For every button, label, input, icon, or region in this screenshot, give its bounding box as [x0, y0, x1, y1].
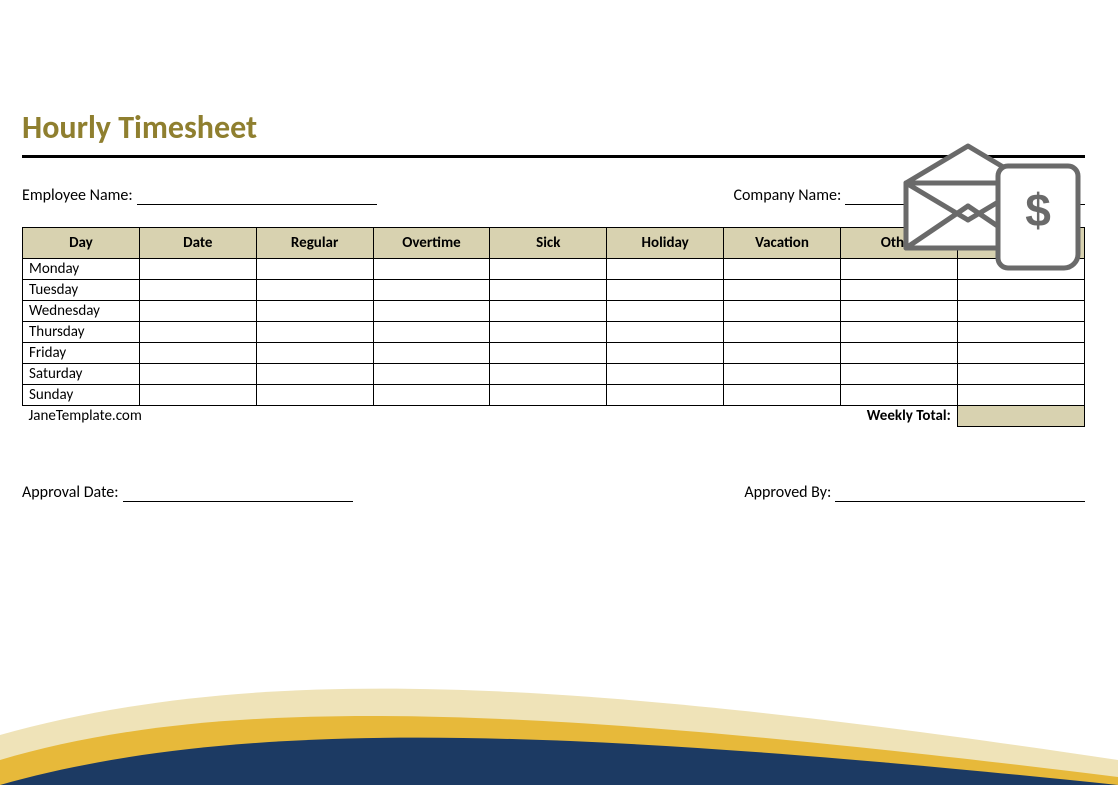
- timesheet-cell[interactable]: [840, 301, 957, 322]
- timesheet-cell[interactable]: [373, 385, 490, 406]
- timesheet-cell[interactable]: [724, 385, 841, 406]
- timesheet-cell[interactable]: [139, 280, 256, 301]
- timesheet-cell[interactable]: [490, 385, 607, 406]
- timesheet-cell[interactable]: [490, 343, 607, 364]
- col-overtime: Overtime: [373, 228, 490, 259]
- day-name-cell: Thursday: [23, 322, 140, 343]
- timesheet-cell[interactable]: [607, 259, 724, 280]
- timesheet-cell[interactable]: [724, 364, 841, 385]
- timesheet-cell[interactable]: [256, 301, 373, 322]
- timesheet-cell[interactable]: [840, 322, 957, 343]
- approval-date-label: Approval Date:: [22, 483, 119, 502]
- table-row: Friday: [23, 343, 1085, 364]
- timesheet-cell[interactable]: [490, 301, 607, 322]
- weekly-total-value[interactable]: [957, 406, 1085, 427]
- timesheet-cell[interactable]: [607, 322, 724, 343]
- approved-by-value[interactable]: [835, 484, 1085, 502]
- timesheet-cell[interactable]: [957, 385, 1085, 406]
- day-name-cell: Saturday: [23, 364, 140, 385]
- timesheet-cell[interactable]: [490, 322, 607, 343]
- day-name-cell: Friday: [23, 343, 140, 364]
- timesheet-cell[interactable]: [256, 280, 373, 301]
- timesheet-cell[interactable]: [139, 301, 256, 322]
- timesheet-cell[interactable]: [490, 280, 607, 301]
- timesheet-cell[interactable]: [490, 259, 607, 280]
- timesheet-cell[interactable]: [724, 322, 841, 343]
- timesheet-cell[interactable]: [139, 259, 256, 280]
- approved-by-label: Approved By:: [744, 483, 831, 502]
- timesheet-cell[interactable]: [490, 364, 607, 385]
- employee-name-value[interactable]: [137, 187, 377, 205]
- timesheet-cell[interactable]: [957, 364, 1085, 385]
- day-name-cell: Sunday: [23, 385, 140, 406]
- timesheet-cell[interactable]: [373, 301, 490, 322]
- day-name-cell: Wednesday: [23, 301, 140, 322]
- timesheet-cell[interactable]: [256, 364, 373, 385]
- approved-by-field[interactable]: Approved By:: [744, 483, 1085, 502]
- table-row: Saturday: [23, 364, 1085, 385]
- timesheet-cell[interactable]: [607, 364, 724, 385]
- timesheet-cell[interactable]: [139, 385, 256, 406]
- timesheet-cell[interactable]: [373, 343, 490, 364]
- timesheet-cell[interactable]: [256, 322, 373, 343]
- site-credit: JaneTemplate.com: [23, 406, 724, 427]
- col-date: Date: [139, 228, 256, 259]
- timesheet-cell[interactable]: [139, 343, 256, 364]
- weekly-total-label: Weekly Total:: [724, 406, 958, 427]
- timesheet-cell[interactable]: [957, 301, 1085, 322]
- timesheet-cell[interactable]: [957, 322, 1085, 343]
- timesheet-cell[interactable]: [724, 301, 841, 322]
- timesheet-cell[interactable]: [139, 364, 256, 385]
- timesheet-cell[interactable]: [724, 343, 841, 364]
- timesheet-cell[interactable]: [373, 280, 490, 301]
- timesheet-cell[interactable]: [724, 259, 841, 280]
- timesheet-cell[interactable]: [256, 343, 373, 364]
- employee-name-field[interactable]: Employee Name:: [22, 186, 377, 205]
- weekly-total-row: JaneTemplate.com Weekly Total:: [23, 406, 1085, 427]
- col-regular: Regular: [256, 228, 373, 259]
- timesheet-cell[interactable]: [256, 385, 373, 406]
- col-day: Day: [23, 228, 140, 259]
- timesheet-cell[interactable]: [256, 259, 373, 280]
- timesheet-cell[interactable]: [724, 280, 841, 301]
- day-name-cell: Tuesday: [23, 280, 140, 301]
- company-name-label: Company Name:: [733, 186, 841, 205]
- payroll-envelope-icon: $: [898, 138, 1088, 283]
- day-name-cell: Monday: [23, 259, 140, 280]
- timesheet-cell[interactable]: [139, 322, 256, 343]
- timesheet-cell[interactable]: [373, 364, 490, 385]
- timesheet-cell[interactable]: [840, 343, 957, 364]
- col-vacation: Vacation: [724, 228, 841, 259]
- table-row: Thursday: [23, 322, 1085, 343]
- approval-date-value[interactable]: [123, 484, 353, 502]
- approval-date-field[interactable]: Approval Date:: [22, 483, 353, 502]
- col-holiday: Holiday: [607, 228, 724, 259]
- svg-text:$: $: [1025, 184, 1051, 236]
- timesheet-cell[interactable]: [840, 385, 957, 406]
- table-row: Sunday: [23, 385, 1085, 406]
- col-sick: Sick: [490, 228, 607, 259]
- timesheet-cell[interactable]: [607, 280, 724, 301]
- timesheet-cell[interactable]: [373, 322, 490, 343]
- timesheet-cell[interactable]: [607, 301, 724, 322]
- timesheet-cell[interactable]: [607, 343, 724, 364]
- timesheet-cell[interactable]: [840, 364, 957, 385]
- table-row: Wednesday: [23, 301, 1085, 322]
- timesheet-cell[interactable]: [607, 385, 724, 406]
- timesheet-cell[interactable]: [373, 259, 490, 280]
- employee-name-label: Employee Name:: [22, 186, 133, 205]
- timesheet-cell[interactable]: [957, 343, 1085, 364]
